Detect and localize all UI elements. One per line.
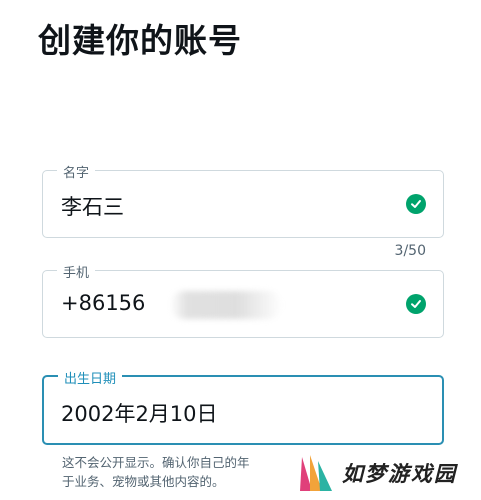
birthday-note-line-2: 于业务、宠物或其他内容的。 bbox=[62, 474, 225, 489]
name-field[interactable]: 名字 李石三 bbox=[42, 162, 444, 238]
check-circle-icon bbox=[406, 194, 426, 214]
birthday-note: 这不会公开显示。确认你自己的年 于业务、宠物或其他内容的。 bbox=[62, 453, 292, 491]
watermark: 如梦游戏园 bbox=[298, 450, 457, 496]
name-field-label: 名字 bbox=[57, 162, 96, 181]
birthday-field-label: 出生日期 bbox=[58, 368, 123, 387]
check-circle-icon bbox=[406, 294, 426, 314]
birthday-field[interactable]: 出生日期 2002年2月10日 bbox=[42, 368, 444, 445]
phone-input-value[interactable]: +86156 bbox=[61, 291, 145, 315]
birthday-input-value[interactable]: 2002年2月10日 bbox=[61, 398, 218, 428]
phone-field-label: 手机 bbox=[57, 262, 96, 281]
page-title: 创建你的账号 bbox=[38, 21, 242, 60]
redacted-blur bbox=[170, 291, 282, 319]
birthday-note-line-1: 这不会公开显示。确认你自己的年 bbox=[62, 455, 250, 470]
watermark-text: 如梦游戏园 bbox=[342, 462, 457, 486]
name-char-counter: 3/50 bbox=[394, 243, 426, 259]
watermark-logo-icon bbox=[300, 455, 332, 491]
name-input-value[interactable]: 李石三 bbox=[61, 191, 124, 221]
phone-field[interactable]: 手机 +86156 bbox=[42, 262, 444, 338]
